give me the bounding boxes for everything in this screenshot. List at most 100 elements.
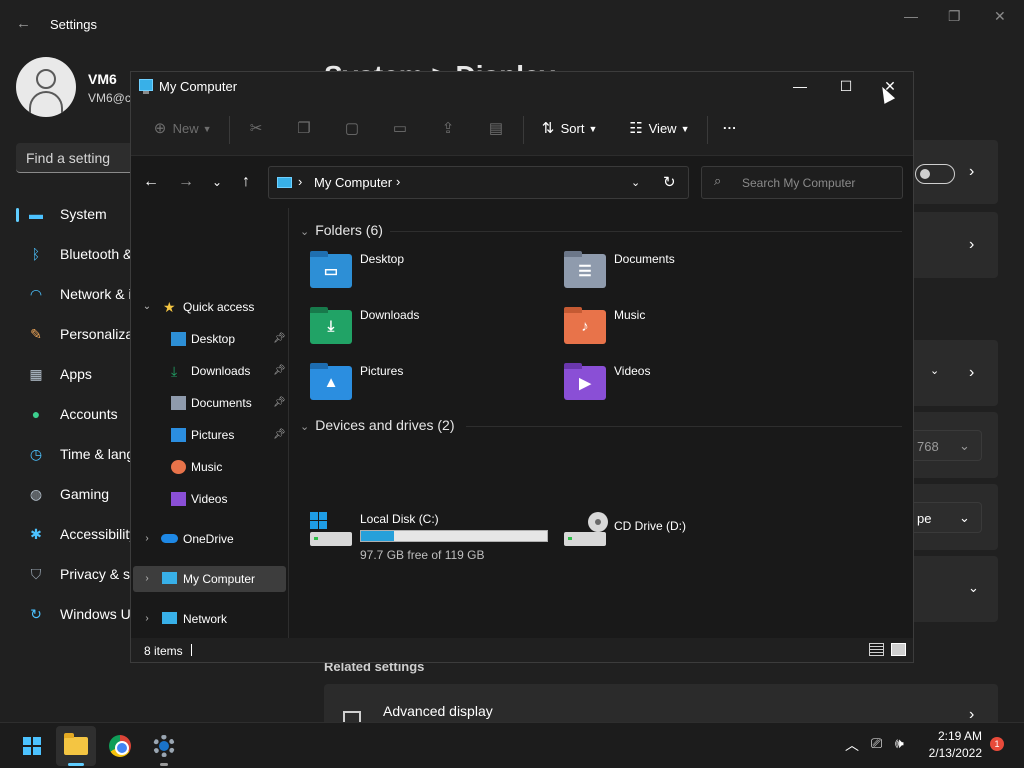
notification-badge[interactable]: 1 [990,737,1004,751]
details-view-icon[interactable] [869,643,884,656]
folder-videos[interactable]: ▶ Videos [564,363,804,404]
chevron-right-icon[interactable]: › [969,163,974,181]
expand-chevron-icon[interactable]: › [141,566,153,592]
delete-button[interactable]: ▤ [487,118,505,140]
up-arrow-icon[interactable]: ↑ [236,172,256,192]
address-bar[interactable]: › My Computer › ⌄ ↻ [268,166,689,199]
copy-button[interactable]: ❐ [295,118,313,140]
drive-c[interactable]: Local Disk (C:) 97.7 GB free of 119 GB [310,512,550,562]
taskbar-settings[interactable] [144,726,184,766]
settings-card[interactable] [906,340,998,406]
chevron-right-icon[interactable]: › [969,236,974,254]
expand-chevron-icon[interactable]: › [141,526,153,552]
title-bar[interactable]: My Computer — ☐ ✕ [131,72,913,102]
drive-usage-bar [360,530,548,542]
nav-pictures[interactable]: Pictures 📌︎ [133,422,286,448]
folder-downloads[interactable]: ⤓ Downloads [310,307,550,348]
network-icon[interactable]: ⎚ [871,735,882,752]
settings-card[interactable] [906,212,998,278]
nav-videos[interactable]: Videos [133,486,286,512]
collapse-chevron-icon[interactable]: ⌄ [300,225,309,238]
sort-button[interactable]: ⇅ Sort ▼ [539,118,598,140]
maximize-button[interactable]: ☐ [823,72,869,102]
address-dropdown-icon[interactable]: ⌄ [631,176,640,189]
trash-icon: ▤ [488,120,504,137]
breadcrumb-chevron-icon[interactable]: › [298,174,302,189]
nav-documents[interactable]: Documents 📌︎ [133,390,286,416]
start-button[interactable] [12,726,52,766]
chevron-right-icon[interactable]: › [969,364,974,382]
minimize-button[interactable]: — [777,72,823,102]
new-button[interactable]: ⊕ New ▼ [151,118,212,140]
nav-downloads[interactable]: ⤓ Downloads 📌︎ [133,358,286,384]
cut-button[interactable]: ✂ [247,118,265,140]
forward-arrow-icon[interactable]: → [176,172,196,192]
resolution-dropdown[interactable]: 768 ⌄ [906,430,982,461]
expand-chevron-icon[interactable]: › [141,606,153,632]
text-cursor [191,644,192,656]
expand-chevron-icon[interactable]: ⌄ [141,294,153,320]
recent-locations-chevron-icon[interactable]: ⌄ [207,172,227,192]
minimize-icon[interactable]: — [904,8,918,24]
folder-documents[interactable]: ☰ Documents [564,251,804,292]
avatar[interactable] [16,57,76,117]
breadcrumb-chevron-icon[interactable]: › [396,174,400,189]
chevron-up-icon[interactable]: ︿ [845,735,859,755]
search-input[interactable]: ⌕ Search My Computer [701,166,903,199]
nav-item-system[interactable]: ▬ System [16,200,136,240]
nav-item-network[interactable]: ◠Network & internet [16,280,136,320]
volume-icon[interactable]: 🕪︎ [895,735,904,752]
folder-pictures[interactable]: ▲ Pictures [310,363,550,404]
nav-onedrive[interactable]: › OneDrive [133,526,286,552]
folders-group-header[interactable]: ⌄ Folders (6) [300,222,383,238]
nav-item-accessibility[interactable]: ✱ Accessibility [16,520,136,560]
nav-desktop[interactable]: Desktop 📌︎ [133,326,286,352]
chevron-down-icon[interactable]: ⌄ [930,364,939,377]
collapse-chevron-icon[interactable]: ⌄ [300,420,309,433]
settings-card[interactable] [906,556,998,622]
running-indicator [68,763,84,766]
nav-music[interactable]: Music [133,454,286,480]
pin-icon: 📌︎ [273,365,286,376]
chevron-down-icon[interactable]: ⌄ [968,580,979,596]
nav-my-computer[interactable]: › My Computer [133,566,286,592]
toolbar-divider [229,116,230,144]
close-icon[interactable]: ✕ [994,8,1006,25]
drive-d[interactable]: CD Drive (D:) [564,512,804,552]
rename-button[interactable]: ▭ [391,118,409,140]
find-setting-input[interactable]: Find a setting [16,143,136,173]
chrome-icon [109,735,131,757]
nav-item-bluetooth[interactable]: ᛒBluetooth & devices [16,240,136,280]
nav-item-privacy[interactable]: ⛉Privacy & security [16,560,136,600]
nav-item-accounts[interactable]: ● Accounts [16,400,136,440]
nav-item-apps[interactable]: ▦ Apps [16,360,136,400]
rename-icon: ▭ [392,120,408,137]
nav-item-windows-update[interactable]: ↻Windows Update [16,600,136,640]
folder-desktop[interactable]: ▭ Desktop [310,251,550,292]
nav-item-personalization[interactable]: ✎Personalization [16,320,136,360]
nav-quick-access[interactable]: ⌄ ★ Quick access [133,294,286,320]
nav-network[interactable]: › Network [133,606,286,632]
taskbar-file-explorer[interactable] [56,726,96,766]
monitor-icon: ▬ [29,206,43,222]
back-arrow-icon[interactable]: ← [16,16,32,32]
back-arrow-icon[interactable]: ← [141,172,161,192]
clock[interactable]: 2:19 AM 2/13/2022 [918,728,982,762]
restore-icon[interactable]: ❐ [948,8,961,25]
breadcrumb-my-computer[interactable]: My Computer [314,175,392,190]
folder-music[interactable]: ♪ Music [564,307,804,348]
hdr-toggle[interactable] [915,164,955,184]
taskbar-chrome[interactable] [100,726,140,766]
orientation-dropdown[interactable]: pe ⌄ [906,502,982,533]
tiles-view-icon[interactable] [891,643,906,656]
command-bar: ⊕ New ▼ ✂ ❐ ▢ ▭ ⇪ ▤ ⇅ Sort ▼ ☷ View ▼ ... [131,102,913,156]
refresh-icon[interactable]: ↻ [663,173,676,191]
view-button[interactable]: ☷ View ▼ [627,118,689,140]
paste-button[interactable]: ▢ [343,118,361,140]
drives-group-header[interactable]: ⌄ Devices and drives (2) [300,417,455,433]
share-button[interactable]: ⇪ [439,118,457,140]
more-options-button[interactable]: ... [723,114,737,136]
item-count: 8 items [144,644,183,658]
nav-item-time[interactable]: ◷Time & language [16,440,136,480]
nav-item-gaming[interactable]: ◍ Gaming [16,480,136,520]
